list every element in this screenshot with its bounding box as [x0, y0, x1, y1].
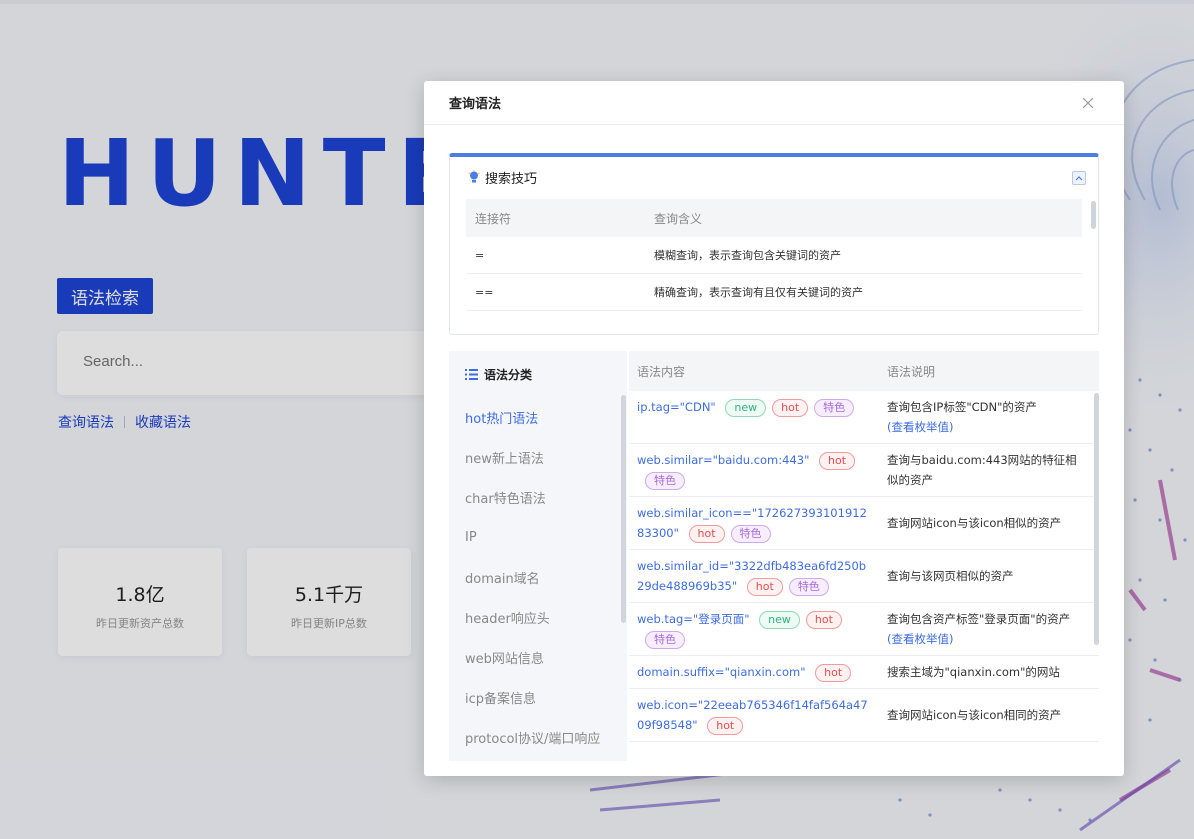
lightbulb-icon — [468, 170, 480, 183]
table-row: web.similar="baidu.com:443" hot 特色 查询与ba… — [629, 444, 1099, 497]
description-cell: 查询网站icon与该icon相似的资产 — [879, 497, 1089, 549]
description-text: 查询与baidu.com:443网站的特征相似的资产 — [887, 453, 1077, 487]
description-text: 查询网站icon与该icon相同的资产 — [887, 708, 1062, 722]
tag-special: 特色 — [788, 577, 829, 596]
description-cell: 查询与baidu.com:443网站的特征相似的资产 — [879, 444, 1089, 496]
tag-special: 特色 — [645, 630, 685, 649]
tag-new: new — [725, 398, 767, 417]
table-row: == 精确查询，表示查询有且仅有关键词的资产 — [466, 274, 1082, 311]
syntax-cell: web.similar_id="3322dfb483ea6fd250b29de4… — [629, 550, 879, 602]
column-header: 语法说明 — [887, 364, 936, 379]
category-item-char[interactable]: char特色语法 — [449, 477, 627, 517]
description-cell: 查询包含IP标签"CDN"的资产 (查看枚举值) — [879, 391, 1089, 443]
operator-cell: == — [475, 285, 494, 299]
column-header: 查询含义 — [654, 211, 703, 226]
table-row: web.similar_id="3322dfb483ea6fd250b29de4… — [629, 550, 1099, 603]
table-row: = 模糊查询，表示查询包含关键词的资产 — [466, 237, 1082, 274]
tag-hot: hot — [746, 577, 783, 596]
tag-hot: hot — [805, 610, 842, 629]
description-text: 查询网站icon与该icon相似的资产 — [887, 516, 1062, 530]
syntax-cell: web.icon="22eeab765346f14faf564a4709f985… — [629, 689, 879, 741]
tag-hot: hot — [815, 663, 852, 682]
syntax-cell: web.similar_icon=="17262739310191283300"… — [629, 497, 879, 549]
category-item-header[interactable]: header响应头 — [449, 597, 627, 637]
column-header: 语法内容 — [637, 364, 686, 379]
description-text: 查询包含资产标签"登录页面"的资产 — [887, 612, 1071, 626]
syntax-link[interactable]: ip.tag="CDN" — [637, 400, 716, 414]
syntax-cell: ip.tag="CDN" new hot 特色 — [629, 391, 879, 443]
view-enum-link[interactable]: (查看枚举值) — [887, 417, 1081, 437]
table-row: web.tag="登录页面" new hot 特色 查询包含资产标签"登录页面"的… — [629, 603, 1099, 656]
tips-scrollbar[interactable] — [1091, 201, 1096, 229]
syntax-link[interactable]: domain.suffix="qianxin.com" — [637, 665, 805, 679]
meaning-cell: 精确查询，表示查询有且仅有关键词的资产 — [654, 286, 863, 299]
search-tips-title: 搜索技巧 — [485, 171, 538, 187]
syntax-link[interactable]: web.similar="baidu.com:443" — [637, 453, 809, 467]
category-item-protocol[interactable]: protocol协议/端口响应 — [449, 717, 627, 757]
view-enum-link[interactable]: (查看枚举值) — [887, 629, 1081, 649]
tag-special: 特色 — [814, 398, 855, 417]
category-item-web[interactable]: web网站信息 — [449, 637, 627, 677]
query-syntax-dialog: 查询语法 搜索技巧 连接符 查询含义 = 模糊查询，表示查询包含关键词的资产 =… — [424, 81, 1124, 776]
search-tips-header[interactable]: 搜索技巧 — [450, 157, 1098, 197]
syntax-cell: web.tag="登录页面" new hot 特色 — [629, 603, 879, 655]
syntax-link[interactable]: web.icon="22eeab765346f14faf564a4709f985… — [637, 698, 868, 732]
category-item-new[interactable]: new新上语法 — [449, 437, 627, 477]
operator-cell: = — [475, 248, 485, 262]
table-row: domain.suffix="qianxin.com" hot 搜索主域为"qi… — [629, 656, 1099, 689]
description-text: 查询与该网页相似的资产 — [887, 569, 1014, 583]
column-header: 连接符 — [475, 211, 512, 226]
list-icon — [465, 368, 478, 380]
description-text: 查询包含IP标签"CDN"的资产 — [887, 400, 1037, 414]
table-row: web.icon="22eeab765346f14faf564a4709f985… — [629, 689, 1099, 742]
description-cell: 查询与该网页相似的资产 — [879, 550, 1089, 602]
category-header: 语法分类 — [449, 351, 627, 397]
close-icon[interactable] — [1078, 93, 1098, 113]
table-row: web.similar_icon=="17262739310191283300"… — [629, 497, 1099, 550]
table-header: 连接符 查询含义 — [466, 199, 1082, 237]
chevron-up-icon — [1075, 176, 1083, 181]
syntax-section: 语法分类 hot热门语法 new新上语法 char特色语法 IP domain域… — [449, 351, 1099, 761]
description-cell: 查询包含资产标签"登录页面"的资产 (查看枚举值) — [879, 603, 1089, 655]
tag-special: 特色 — [730, 524, 771, 543]
meaning-cell: 模糊查询，表示查询包含关键词的资产 — [654, 249, 841, 262]
category-item-hot[interactable]: hot热门语法 — [449, 397, 627, 437]
syntax-cell: domain.suffix="qianxin.com" hot — [629, 656, 879, 688]
category-sidebar: 语法分类 hot热门语法 new新上语法 char特色语法 IP domain域… — [449, 351, 627, 761]
syntax-link[interactable]: web.tag="登录页面" — [637, 612, 750, 626]
syntax-table-scrollbar[interactable] — [1094, 393, 1099, 645]
tips-table: 连接符 查询含义 = 模糊查询，表示查询包含关键词的资产 == 精确查询，表示查… — [466, 199, 1082, 311]
tag-hot: hot — [688, 524, 725, 543]
tag-hot: hot — [819, 451, 856, 470]
tag-special: 特色 — [645, 471, 685, 490]
category-item-domain[interactable]: domain域名 — [449, 557, 627, 597]
dialog-title: 查询语法 — [449, 97, 502, 112]
category-item-ip[interactable]: IP — [449, 517, 627, 557]
dialog-header: 查询语法 — [424, 81, 1124, 125]
tag-new: new — [759, 610, 800, 629]
syntax-table: 语法内容 语法说明 ip.tag="CDN" new hot 特色 查询包含IP标签… — [629, 351, 1099, 761]
tag-hot: hot — [707, 716, 744, 735]
table-header: 语法内容 语法说明 — [629, 351, 1099, 391]
table-row: ip.tag="CDN" new hot 特色 查询包含IP标签"CDN"的资产 (… — [629, 391, 1099, 444]
search-tips-panel: 搜索技巧 连接符 查询含义 = 模糊查询，表示查询包含关键词的资产 == 精确查… — [449, 153, 1099, 335]
syntax-cell: web.similar="baidu.com:443" hot 特色 — [629, 444, 879, 496]
tag-hot: hot — [772, 398, 809, 417]
description-cell: 查询网站icon与该icon相同的资产 — [879, 689, 1089, 741]
collapse-button[interactable] — [1072, 171, 1086, 185]
description-cell: 搜索主域为"qianxin.com"的网站 — [879, 656, 1089, 688]
category-scrollbar[interactable] — [621, 395, 626, 623]
category-item-icp[interactable]: icp备案信息 — [449, 677, 627, 717]
category-title: 语法分类 — [484, 367, 533, 382]
description-text: 搜索主域为"qianxin.com"的网站 — [887, 665, 1060, 679]
